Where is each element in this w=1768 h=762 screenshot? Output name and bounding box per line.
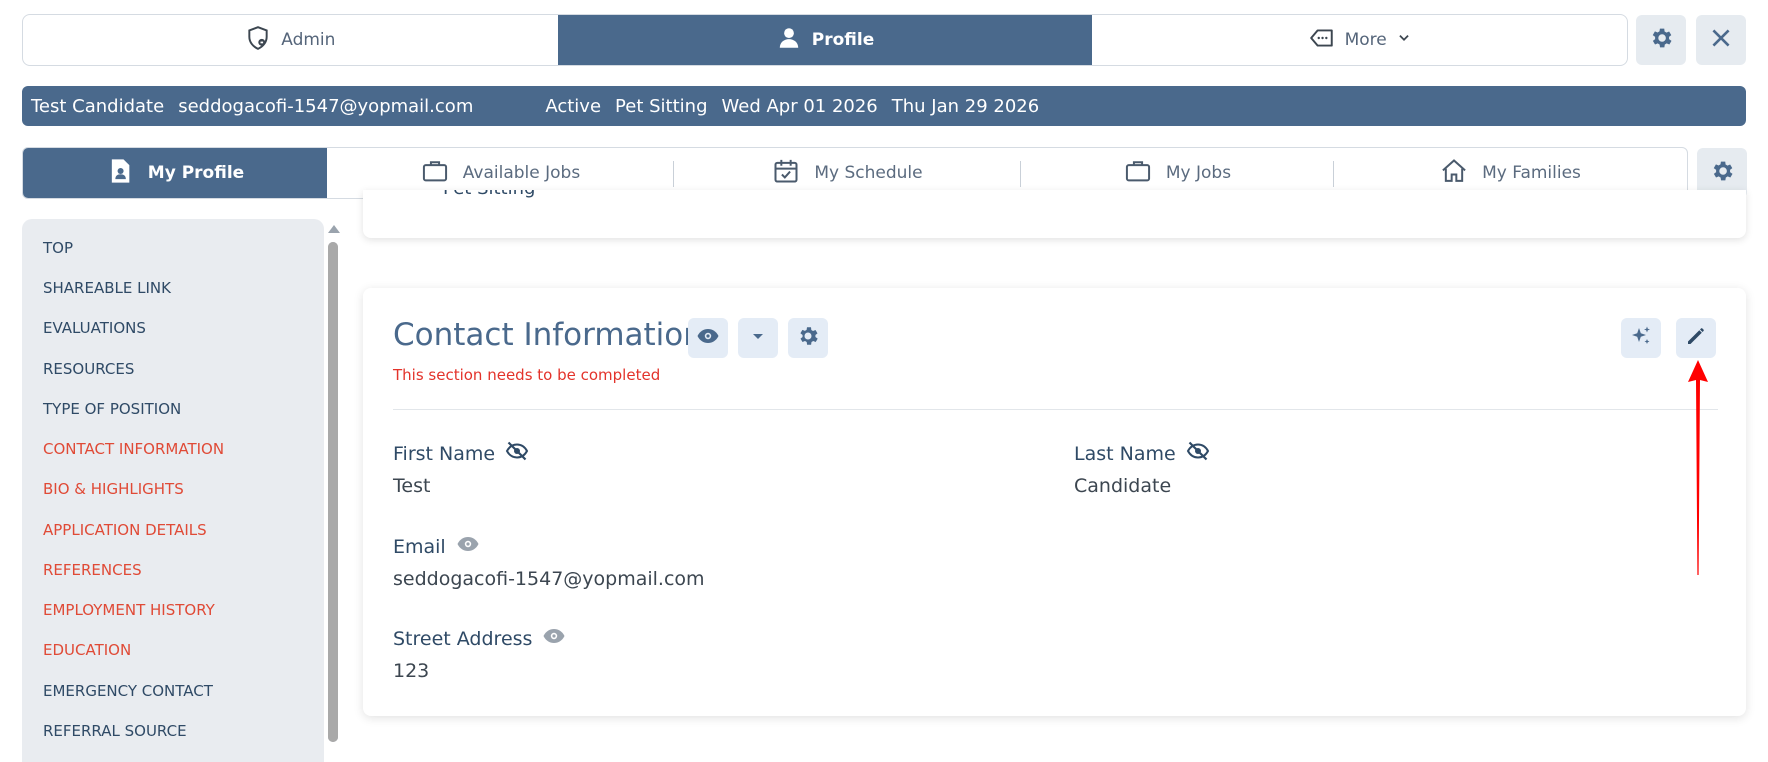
last-name-value: Candidate — [1074, 475, 1172, 497]
user-icon — [776, 25, 802, 56]
sidebar-item-type-of-position[interactable]: TYPE OF POSITION — [43, 400, 181, 418]
tab-admin[interactable]: Admin — [23, 15, 558, 65]
tab-my-families-label: My Families — [1482, 163, 1581, 183]
candidate-date-1: Wed Apr 01 2026 — [721, 95, 878, 117]
gear-icon — [796, 324, 820, 352]
sidebar-item-emergency-contact[interactable]: EMERGENCY CONTACT — [43, 682, 213, 700]
top-settings-button[interactable] — [1636, 15, 1686, 65]
sidebar-item-references[interactable]: REFERENCES — [43, 561, 142, 579]
candidate-date-2: Thu Jan 29 2026 — [891, 95, 1040, 117]
tab-my-schedule-label: My Schedule — [814, 163, 923, 183]
street-address-value: 123 — [393, 660, 430, 682]
close-button[interactable] — [1696, 15, 1746, 65]
candidate-status: Active — [545, 95, 602, 117]
calendar-check-icon — [772, 157, 800, 190]
last-name-label-text: Last Name — [1074, 442, 1176, 465]
tab-my-jobs-label: My Jobs — [1165, 163, 1232, 183]
candidate-category: Pet Sitting — [615, 95, 708, 117]
annotation-arrow — [1688, 360, 1708, 575]
first-name-value: Test — [393, 475, 431, 497]
candidate-info-bar: Test Candidate seddogacofi-1547@yopmail.… — [22, 86, 1746, 126]
email-label-text: Email — [393, 535, 446, 558]
sparkle-icon — [1629, 324, 1653, 352]
email-label: Email — [393, 532, 480, 561]
edit-button[interactable] — [1676, 318, 1716, 358]
tab-my-profile[interactable]: My Profile — [23, 148, 327, 198]
tab-my-profile-label: My Profile — [147, 163, 245, 183]
tab-available-jobs-label: Available Jobs — [462, 163, 581, 183]
street-address-label-text: Street Address — [393, 627, 533, 650]
top-tab-bar: Admin Profile More — [22, 14, 1628, 66]
section-dropdown-button[interactable] — [738, 318, 778, 358]
chevron-down-icon — [1397, 30, 1411, 50]
tag-icon — [1309, 25, 1335, 56]
last-name-label: Last Name — [1074, 439, 1210, 468]
sidebar-item-top[interactable]: TOP — [43, 239, 73, 257]
briefcase-icon — [1124, 157, 1152, 190]
close-icon — [1708, 25, 1734, 55]
sidebar-item-shareable-link[interactable]: SHAREABLE LINK — [43, 279, 171, 297]
candidate-email: seddogacofi-1547@yopmail.com — [178, 95, 474, 117]
email-value: seddogacofi-1547@yopmail.com — [393, 568, 705, 590]
scroll-thumb[interactable] — [328, 242, 338, 742]
sidebar-item-evaluations[interactable]: EVALUATIONS — [43, 319, 146, 337]
section-settings-button[interactable] — [788, 318, 828, 358]
tab-profile[interactable]: Profile — [557, 15, 1093, 65]
section-divider — [393, 409, 1718, 410]
first-name-label: First Name — [393, 439, 529, 468]
contact-information-card: Contact Information This section needs t… — [363, 288, 1746, 716]
section-sidebar: TOP SHAREABLE LINK EVALUATIONS RESOURCES… — [22, 219, 324, 762]
sidebar-item-education[interactable]: EDUCATION — [43, 641, 131, 659]
eye-off-icon[interactable] — [1186, 439, 1210, 468]
eye-icon[interactable] — [542, 624, 566, 653]
home-icon — [1440, 157, 1468, 190]
section-title: Contact Information — [393, 317, 703, 353]
gear-icon — [1648, 25, 1674, 55]
candidate-name: Test Candidate — [31, 95, 165, 117]
previous-section-card: Pet Sitting — [363, 190, 1746, 238]
eye-icon[interactable] — [456, 532, 480, 561]
sidebar-scrollbar[interactable] — [326, 222, 340, 762]
eye-off-icon[interactable] — [505, 439, 529, 468]
tab-more[interactable]: More — [1092, 15, 1627, 65]
previous-section-text: Pet Sitting — [443, 190, 535, 199]
street-address-label: Street Address — [393, 624, 566, 653]
sidebar-item-referral-source[interactable]: REFERRAL SOURCE — [43, 722, 187, 740]
section-incomplete-warning: This section needs to be completed — [393, 366, 661, 384]
tab-more-label: More — [1344, 30, 1387, 50]
gear-icon — [1709, 158, 1735, 188]
first-name-label-text: First Name — [393, 442, 496, 465]
briefcase-icon — [421, 157, 449, 190]
sidebar-item-application-details[interactable]: APPLICATION DETAILS — [43, 521, 207, 539]
tab-profile-label: Profile — [811, 30, 875, 50]
shield-icon — [245, 25, 271, 56]
visibility-button[interactable] — [688, 318, 728, 358]
ai-assist-button[interactable] — [1621, 318, 1661, 358]
sidebar-item-resources[interactable]: RESOURCES — [43, 360, 134, 378]
document-user-icon — [106, 157, 134, 190]
sidebar-item-contact-information[interactable]: CONTACT INFORMATION — [43, 440, 224, 458]
caret-down-icon — [746, 324, 770, 352]
tab-admin-label: Admin — [281, 30, 336, 50]
pencil-icon — [1684, 324, 1708, 352]
eye-icon — [696, 324, 720, 352]
sidebar-item-bio-highlights[interactable]: BIO & HIGHLIGHTS — [43, 480, 184, 498]
sidebar-item-employment-history[interactable]: EMPLOYMENT HISTORY — [43, 601, 215, 619]
scroll-up-arrow[interactable] — [328, 225, 340, 233]
